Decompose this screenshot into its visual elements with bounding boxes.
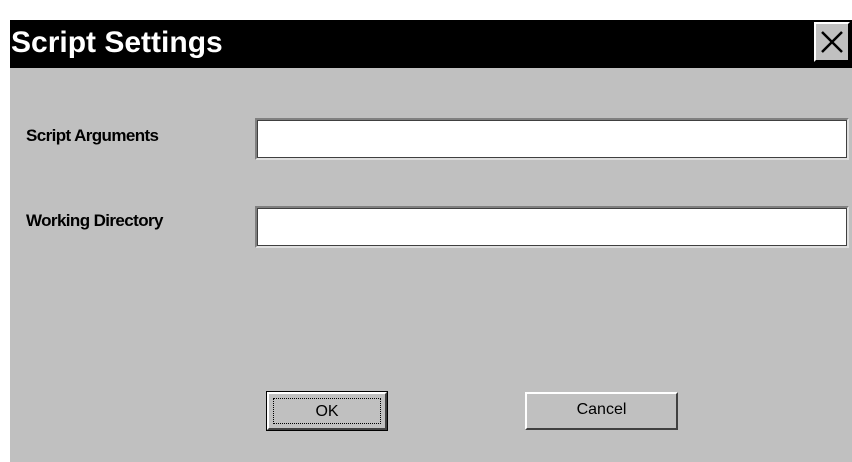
working-directory-label: Working Directory bbox=[26, 211, 163, 230]
cancel-button-label: Cancel bbox=[576, 401, 627, 418]
working-directory-input[interactable] bbox=[255, 206, 849, 248]
script-settings-dialog: Script Settings Script Arguments Working… bbox=[10, 20, 852, 462]
close-button[interactable] bbox=[814, 22, 850, 62]
cancel-button[interactable]: Cancel bbox=[525, 392, 678, 430]
dialog-title: Script Settings bbox=[11, 26, 223, 59]
ok-button[interactable]: OK bbox=[266, 391, 388, 431]
script-arguments-label: Script Arguments bbox=[26, 126, 159, 145]
script-arguments-input[interactable] bbox=[255, 118, 849, 160]
ok-button-label: OK bbox=[315, 403, 339, 420]
close-icon bbox=[821, 31, 843, 53]
title-bar[interactable]: Script Settings bbox=[10, 20, 852, 68]
ok-focus-ring: OK bbox=[273, 398, 381, 424]
